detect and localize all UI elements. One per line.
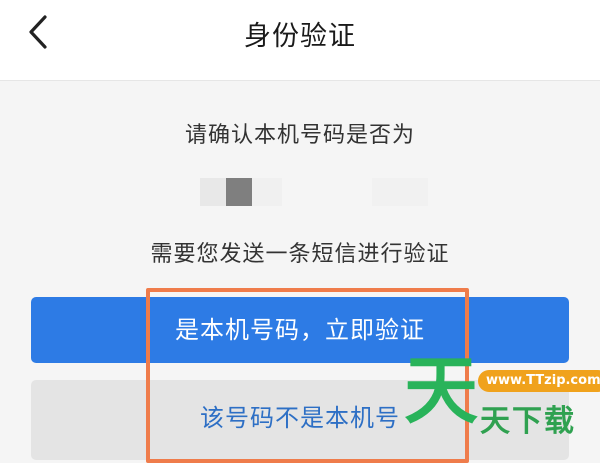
masked-phone-number bbox=[0, 178, 600, 208]
header-bar: 身份验证 bbox=[0, 0, 600, 81]
watermark-logo-char: 天 bbox=[404, 348, 478, 434]
watermark-logo: 天 www.TTzip.com 天下载 bbox=[400, 354, 600, 450]
confirm-prompt: 请确认本机号码是否为 bbox=[184, 123, 415, 148]
watermark-text: 天下载 bbox=[480, 404, 576, 439]
watermark-url: www.TTzip.com bbox=[478, 370, 600, 392]
sms-note: 需要您发送一条短信进行验证 bbox=[150, 242, 450, 267]
page-title: 身份验证 bbox=[244, 21, 356, 52]
